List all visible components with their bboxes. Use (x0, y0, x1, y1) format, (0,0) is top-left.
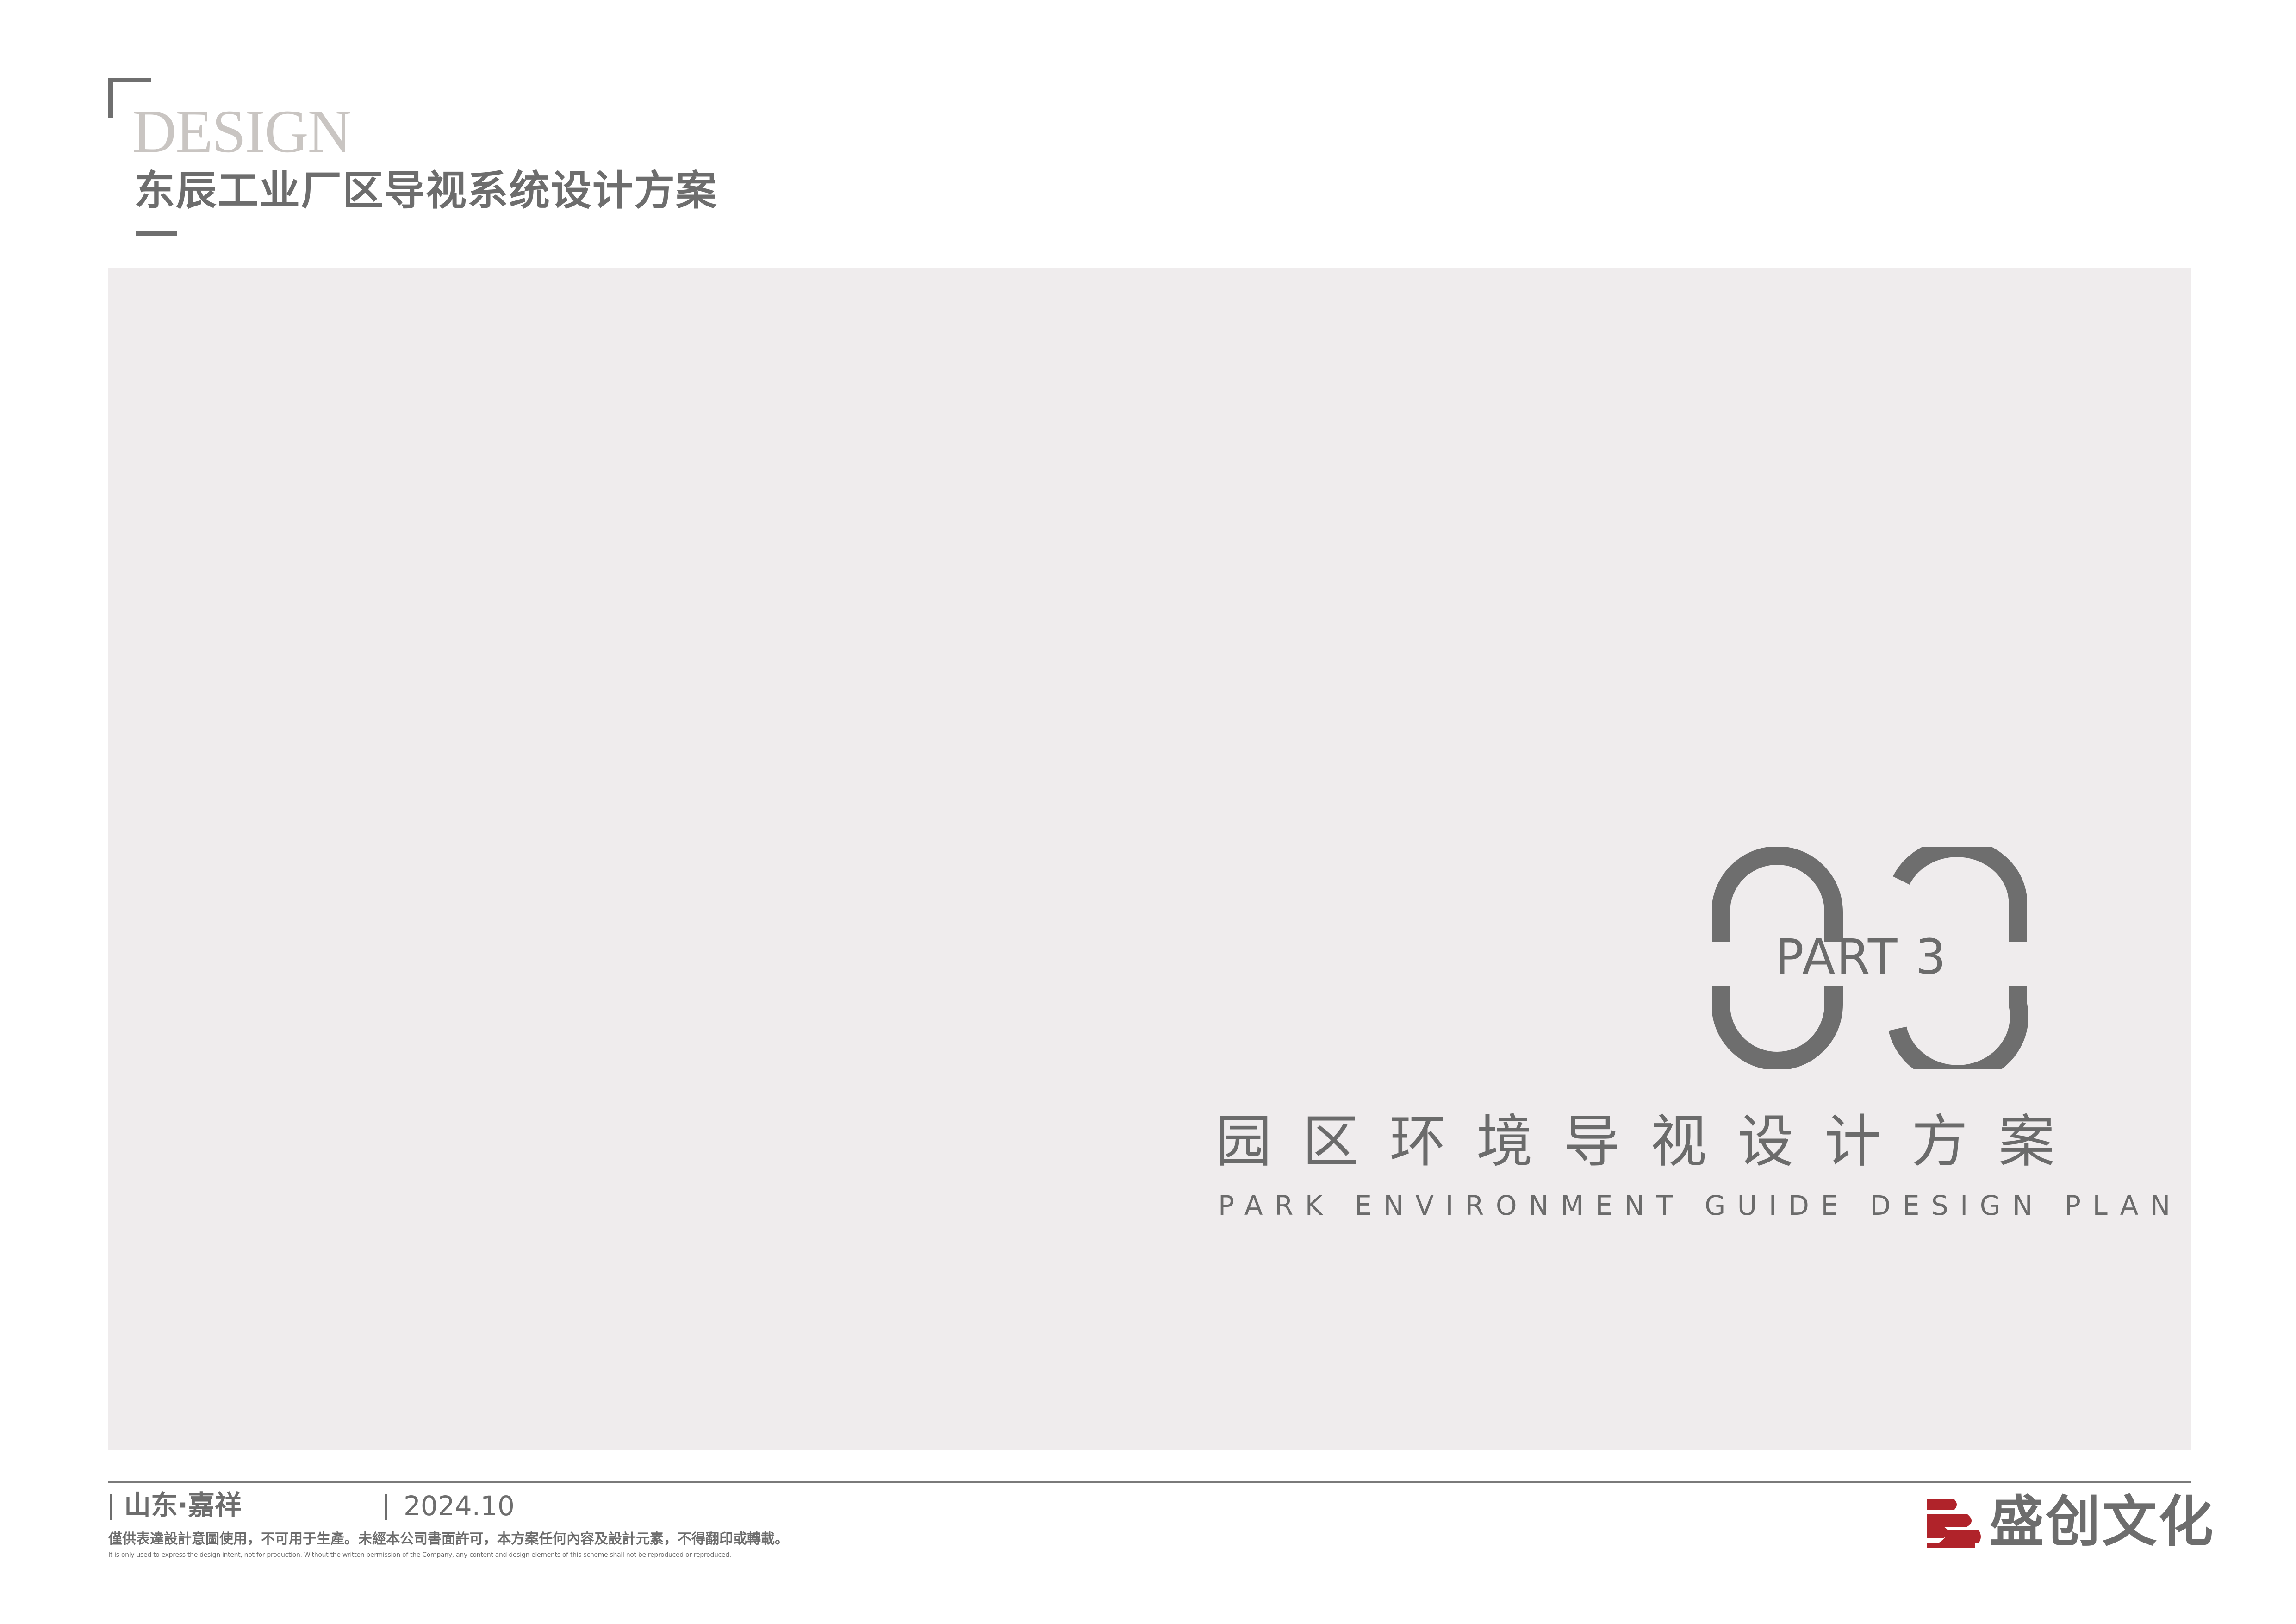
flag-logo-icon (1927, 1499, 1981, 1548)
footer-location-marker (110, 1494, 112, 1520)
footer-date-marker (385, 1494, 387, 1520)
section-title-chinese: 园区环境导视设计方案 (1215, 1109, 2085, 1174)
disclaimer-english: It is only used to express the design in… (108, 1551, 731, 1559)
footer-location: 山东·嘉祥 (124, 1489, 242, 1521)
title-underline (136, 231, 177, 236)
document-title: 东辰工业厂区导视系统设计方案 (134, 167, 718, 214)
footer-divider (108, 1481, 2191, 1483)
disclaimer-chinese: 僅供表達設計意圖使用，不可用于生產。未經本公司書面許可，本方案任何內容及設計元素… (108, 1531, 789, 1547)
design-label: DESIGN (132, 97, 352, 165)
footer-date: 2024.10 (404, 1490, 515, 1522)
part-label: PART 3 (1775, 929, 1948, 985)
brand-name: 盛创文化 (1989, 1490, 2215, 1554)
section-title-english: PARK ENVIRONMENT GUIDE DESIGN PLAN (1218, 1190, 2182, 1221)
